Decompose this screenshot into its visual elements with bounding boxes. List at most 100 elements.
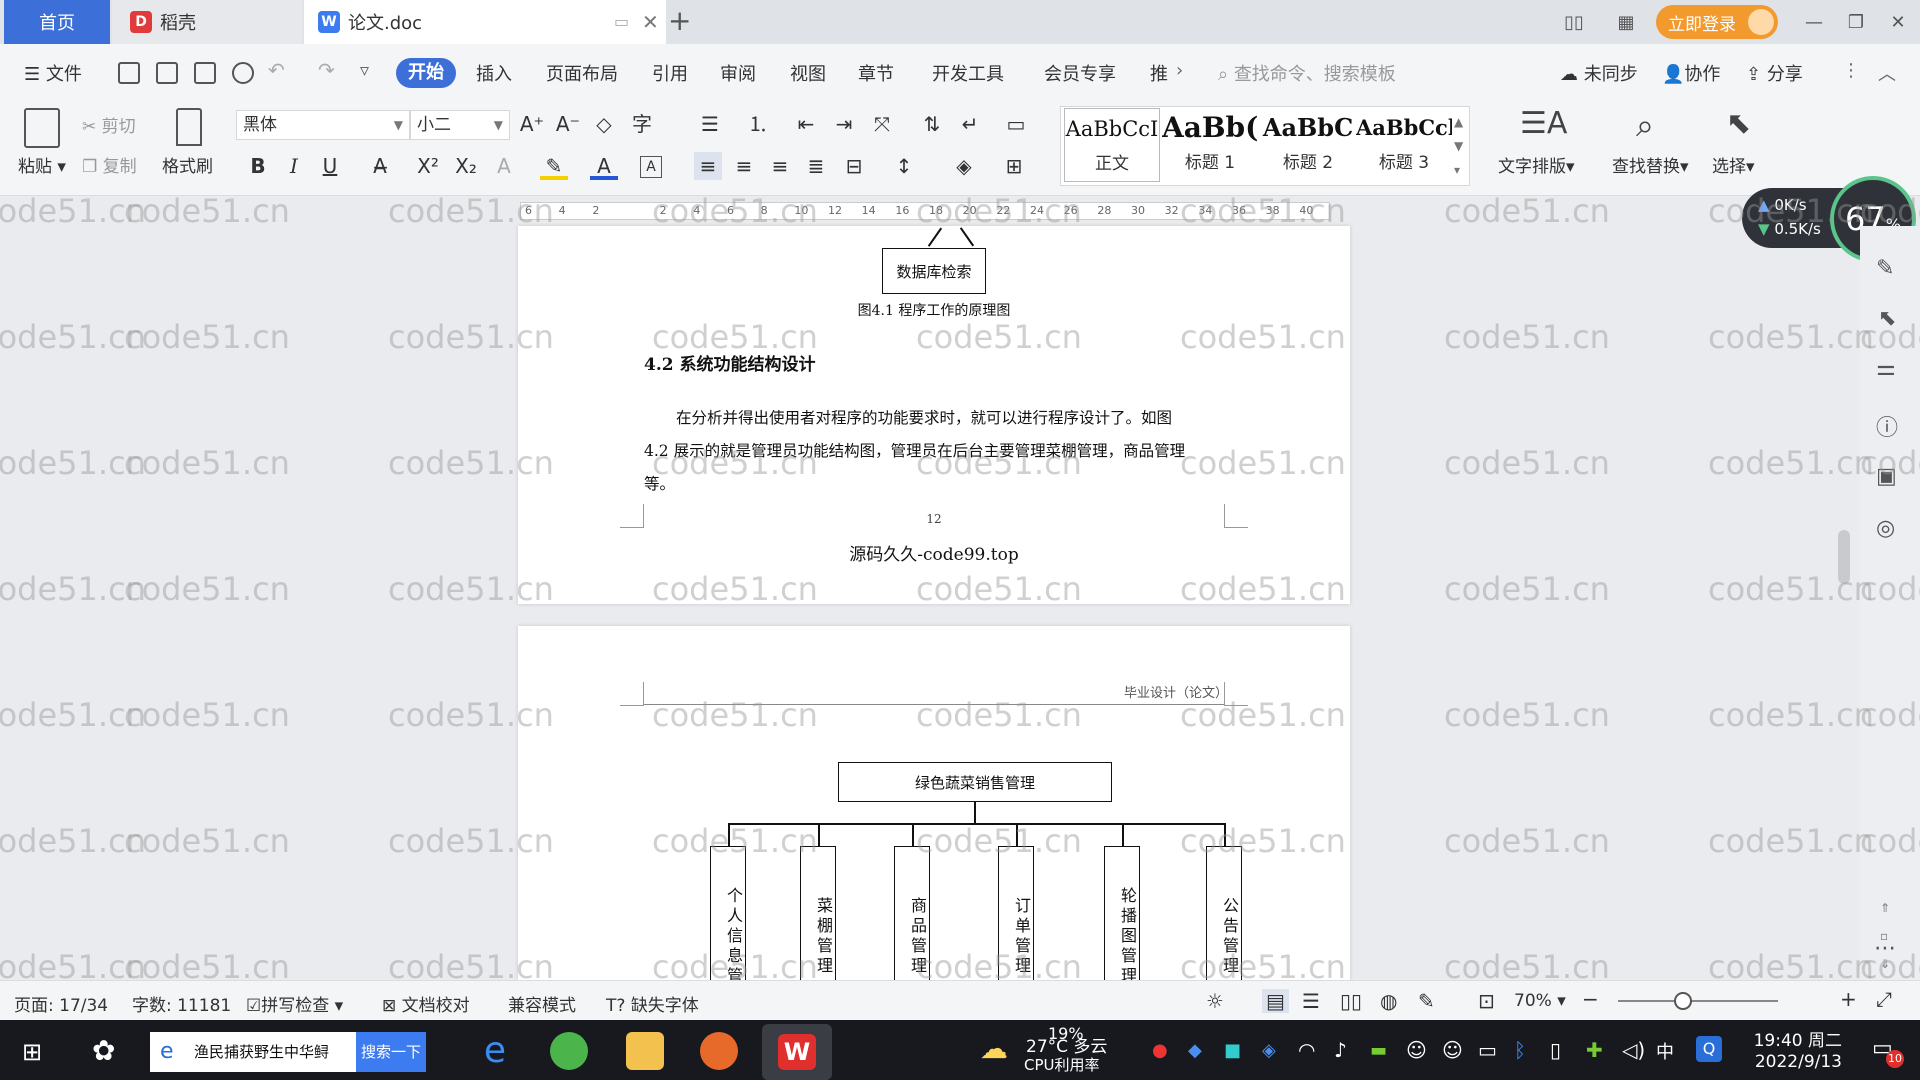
collab-button[interactable]: 👤协作: [1662, 60, 1720, 86]
ie-browser-icon[interactable]: e: [476, 1032, 514, 1070]
style-normal[interactable]: AaBbCcI 正文: [1064, 108, 1160, 182]
pointer-icon[interactable]: ⬉: [1878, 306, 1896, 331]
vertical-scrollbar-thumb[interactable]: [1838, 530, 1850, 584]
pen-icon[interactable]: ✎: [1876, 256, 1894, 281]
sliders-icon[interactable]: ⚌: [1876, 356, 1896, 381]
bold-button[interactable]: B: [244, 152, 272, 180]
font-grow-icon[interactable]: A⁺: [518, 110, 546, 138]
tray-drive-icon[interactable]: ▭: [1478, 1038, 1497, 1062]
cut-button[interactable]: ✂ 剪切: [82, 112, 136, 137]
print-preview-icon[interactable]: [232, 62, 254, 84]
wifi-icon[interactable]: ◠: [1298, 1038, 1315, 1062]
clock-date[interactable]: 2022/9/13: [1742, 1052, 1842, 1072]
menu-insert[interactable]: 插入: [476, 60, 512, 86]
more-options-icon[interactable]: ⋮: [1842, 60, 1860, 81]
volume-icon[interactable]: ◁): [1622, 1038, 1645, 1062]
align-center-button[interactable]: ≡: [730, 152, 758, 180]
word-count[interactable]: 字数: 11181: [132, 991, 231, 1016]
borders-button[interactable]: ⊞: [1000, 152, 1028, 180]
sort-icon[interactable]: ⇅: [918, 110, 946, 138]
eye-protection-icon[interactable]: ☼: [1206, 989, 1224, 1013]
web-view-icon[interactable]: ◍: [1380, 989, 1397, 1013]
export-icon[interactable]: [156, 62, 178, 84]
numbered-list-icon[interactable]: ⒈: [744, 110, 772, 138]
tab-document[interactable]: W 论文.doc ▭ ✕: [304, 0, 666, 44]
highlight-button[interactable]: ✎: [540, 152, 568, 180]
text-layout-icon[interactable]: ☰A: [1520, 106, 1567, 141]
outline-view-icon[interactable]: ☰: [1302, 989, 1320, 1013]
zoom-out-icon[interactable]: −: [1582, 987, 1599, 1011]
menu-more[interactable]: 推: [1150, 60, 1168, 86]
media-app-icon[interactable]: [700, 1032, 738, 1070]
select-button[interactable]: 选择▾: [1712, 152, 1755, 177]
find-replace-button[interactable]: 查找替换▾: [1612, 152, 1689, 177]
menu-start[interactable]: 开始: [396, 58, 456, 88]
notification-bell-icon[interactable]: ♪: [1334, 1038, 1347, 1062]
paste-button[interactable]: 粘贴 ▾: [18, 152, 66, 177]
shading-button[interactable]: ◈: [950, 152, 978, 180]
align-right-button[interactable]: ≡: [766, 152, 794, 180]
login-button[interactable]: 立即登录: [1656, 5, 1778, 39]
menu-reference[interactable]: 引用: [652, 60, 688, 86]
close-tab-icon[interactable]: ✕: [642, 10, 659, 34]
text-direction-icon[interactable]: ⤧: [868, 110, 896, 138]
weather-icon[interactable]: ☁: [980, 1032, 1008, 1065]
style-heading-2[interactable]: AaBbC 标题 2: [1260, 108, 1356, 182]
styles-scroll-icon[interactable]: ▲ ▼ ▾: [1454, 110, 1463, 182]
missing-font-button[interactable]: T? 缺失字体: [606, 991, 699, 1016]
font-color-button[interactable]: A: [590, 152, 618, 180]
char-border-button[interactable]: A: [640, 156, 662, 178]
file-explorer-icon[interactable]: [626, 1032, 664, 1070]
menu-file[interactable]: ☰ 文件: [24, 60, 82, 86]
tray-app-icon[interactable]: ■: [1224, 1040, 1241, 1061]
compass-icon[interactable]: ◎: [1876, 516, 1895, 541]
zoom-slider-handle[interactable]: [1674, 992, 1692, 1010]
superscript-button[interactable]: X²: [414, 152, 442, 180]
close-window-icon[interactable]: ✕: [1884, 8, 1912, 36]
write-mode-icon[interactable]: ✎: [1418, 989, 1435, 1013]
pinyin-guide-icon[interactable]: 字: [628, 110, 656, 138]
document-page-12[interactable]: 数据库检索 图4.1 程序工作的原理图 4.2 系统功能结构设计 在分析并得出使…: [518, 226, 1350, 604]
wps-taskbar-active[interactable]: W: [762, 1024, 832, 1080]
command-search[interactable]: ⌕ 查找命令、搜索模板: [1218, 60, 1396, 86]
fullscreen-icon[interactable]: ⤢: [1876, 987, 1892, 1011]
clock-time[interactable]: 19:40 周二: [1742, 1026, 1842, 1051]
clear-format-icon[interactable]: ◇: [590, 110, 618, 138]
windows-start-icon[interactable]: ⊞: [22, 1038, 42, 1066]
undo-icon[interactable]: ↶: [268, 58, 285, 82]
layout-icon[interactable]: ▯▯: [1560, 8, 1588, 36]
table-ruler-icon[interactable]: ▭: [1002, 110, 1030, 138]
style-heading-3[interactable]: AaBbCcl 标题 3: [1356, 108, 1452, 182]
tray-qq-icon[interactable]: ☺: [1406, 1038, 1427, 1062]
tab-home[interactable]: 首页: [4, 0, 110, 44]
tray-green-icon[interactable]: ✚: [1586, 1038, 1603, 1062]
reading-view-icon[interactable]: ▯▯: [1340, 989, 1362, 1013]
style-heading-1[interactable]: AaBb( 标题 1: [1162, 108, 1258, 182]
menu-chapter[interactable]: 章节: [858, 60, 894, 86]
copy-button[interactable]: ❐ 复制: [82, 152, 137, 177]
format-painter-button[interactable]: 格式刷: [162, 152, 213, 177]
minimize-icon[interactable]: —: [1800, 8, 1828, 36]
share-button[interactable]: ⇪ 分享: [1746, 60, 1803, 86]
italic-button[interactable]: I: [280, 152, 308, 180]
zoom-select[interactable]: 70% ▾: [1514, 991, 1566, 1011]
help-icon[interactable]: ⓘ: [1876, 410, 1898, 442]
underline-button[interactable]: U: [316, 152, 344, 180]
menu-dev-tools[interactable]: 开发工具: [932, 60, 1004, 86]
tray-shield-icon[interactable]: ◆: [1188, 1040, 1202, 1061]
print-icon[interactable]: [194, 62, 216, 84]
zoom-in-icon[interactable]: +: [1840, 987, 1857, 1011]
browser-360-icon[interactable]: [550, 1032, 588, 1070]
decrease-indent-icon[interactable]: ⇤: [792, 110, 820, 138]
taskbar-search-input[interactable]: e 渔民捕获野生中华鲟: [150, 1032, 356, 1072]
subscript-button[interactable]: X₂: [452, 152, 480, 180]
align-left-button[interactable]: ≡: [694, 152, 722, 180]
zoom-slider-track[interactable]: [1618, 1000, 1778, 1002]
bullet-list-icon[interactable]: ☰: [696, 110, 724, 138]
menu-review[interactable]: 审阅: [720, 60, 756, 86]
ruler-bar[interactable]: 6 4 2 2 4 6 8 10 12 14 16 18 20 22 24 26 28 30 32 34 36 38 40: [520, 202, 1330, 220]
format-painter-icon[interactable]: [176, 108, 202, 146]
customize-dropdown-icon[interactable]: ▿: [360, 60, 369, 81]
menu-scroll-right-icon[interactable]: ›: [1176, 60, 1183, 81]
tray-gpu-icon[interactable]: ▬: [1370, 1040, 1387, 1061]
